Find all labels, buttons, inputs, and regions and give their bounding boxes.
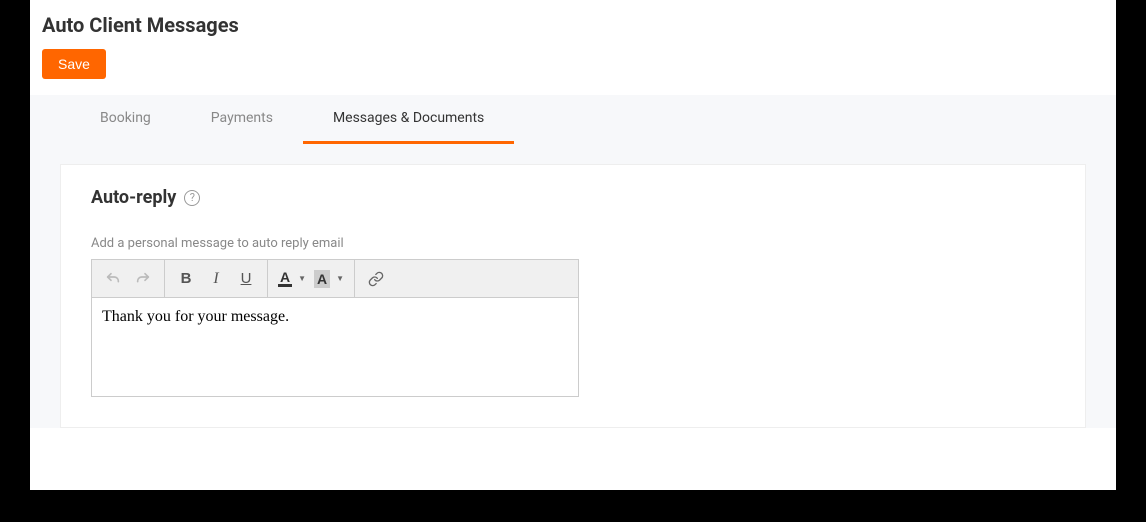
section-title: Auto-reply [91,187,176,208]
page-header: Auto Client Messages Save [30,0,1116,79]
save-button[interactable]: Save [42,49,106,79]
font-color-button[interactable]: A ▼ [274,264,310,294]
help-icon[interactable]: ? [184,190,200,206]
editor-textarea[interactable]: Thank you for your message. [92,298,578,396]
tab-list: Booking Payments Messages & Documents [30,95,1116,144]
tab-booking[interactable]: Booking [70,95,181,144]
page-title: Auto Client Messages [42,13,1104,37]
chevron-down-icon: ▼ [336,274,344,283]
toolbar-group-history [92,260,165,297]
toolbar-group-format: B I U [165,260,268,297]
section-header: Auto-reply ? [91,187,1055,208]
rich-text-editor: B I U A ▼ A ▼ [91,259,579,397]
tab-payments[interactable]: Payments [181,95,303,144]
toolbar-group-link [355,260,397,297]
undo-icon [105,271,121,287]
bold-button[interactable]: B [171,264,201,294]
redo-button[interactable] [128,264,158,294]
editor-label: Add a personal message to auto reply ema… [91,236,1055,251]
italic-button[interactable]: I [201,264,231,294]
underline-button[interactable]: U [231,264,261,294]
page-container: Auto Client Messages Save Booking Paymen… [30,0,1116,490]
editor-toolbar: B I U A ▼ A ▼ [92,260,578,298]
chevron-down-icon: ▼ [298,274,306,283]
tab-area: Booking Payments Messages & Documents Au… [30,95,1116,428]
font-color-icon: A [278,270,292,287]
redo-icon [135,271,151,287]
content-panel: Auto-reply ? Add a personal message to a… [60,164,1086,428]
link-icon [368,271,384,287]
bg-color-icon: A [314,270,330,288]
bg-color-button[interactable]: A ▼ [310,264,348,294]
toolbar-group-color: A ▼ A ▼ [268,260,355,297]
link-button[interactable] [361,264,391,294]
undo-button[interactable] [98,264,128,294]
tab-messages-documents[interactable]: Messages & Documents [303,95,514,144]
